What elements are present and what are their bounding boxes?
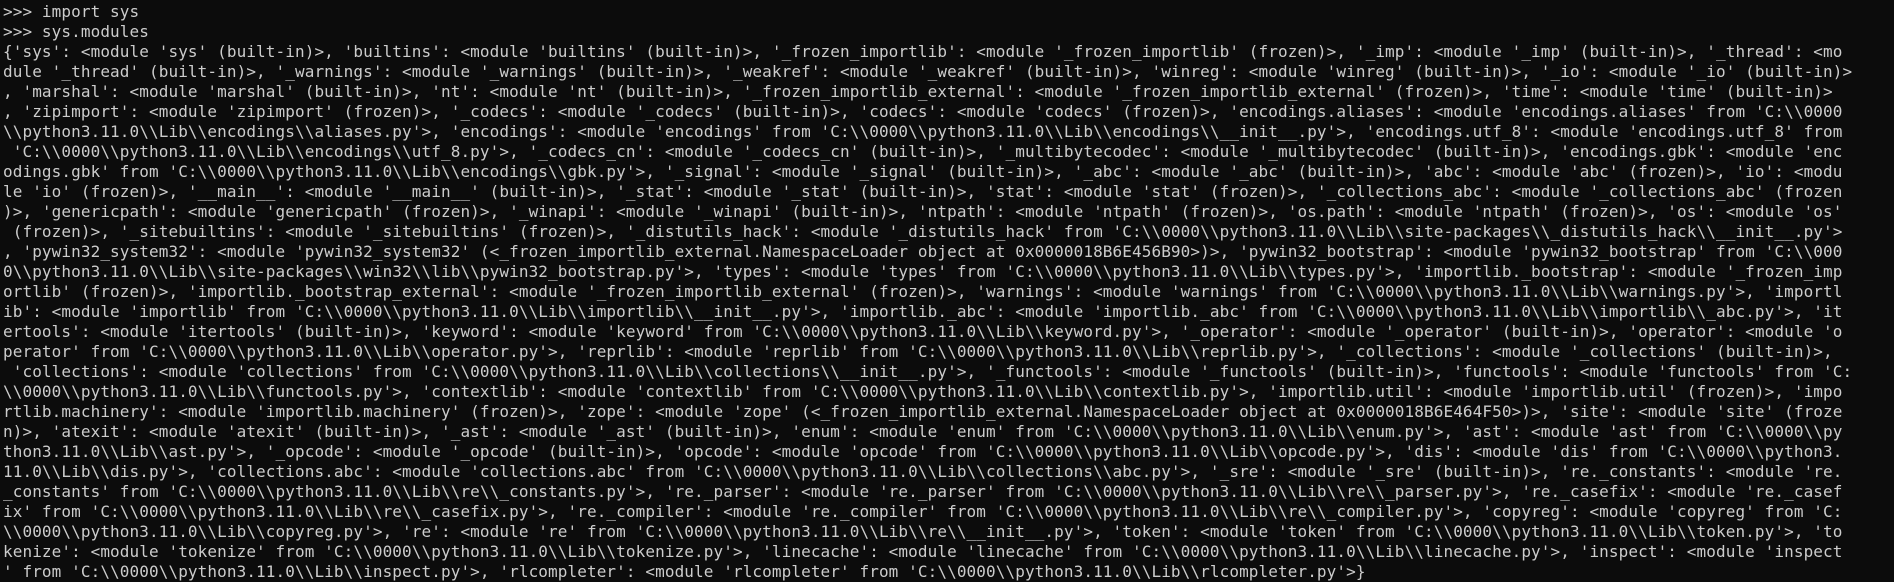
console-line: >>> import sys <box>3 2 140 21</box>
console-line: , 'marshal': <module 'marshal' (built-in… <box>3 82 1833 101</box>
console-line: perator' from 'C:\\0000\\python3.11.0\\L… <box>3 342 1833 361</box>
console-line: , 'pywin32_system32': <module 'pywin32_s… <box>3 242 1843 261</box>
console-line: _constants' from 'C:\\0000\\python3.11.0… <box>3 482 1843 501</box>
console-line: \\0000\\python3.11.0\\Lib\\functools.py'… <box>3 382 1843 401</box>
console-line: dule '_thread' (built-in)>, '_warnings':… <box>3 62 1853 81</box>
console-line: thon3.11.0\\Lib\\ast.py'>, '_opcode': <m… <box>3 442 1843 461</box>
console-line: >>> sys.modules <box>3 22 149 41</box>
console-line: ix' from 'C:\\0000\\python3.11.0\\Lib\\r… <box>3 502 1843 521</box>
console-line: \\0000\\python3.11.0\\Lib\\copyreg.py'>,… <box>3 522 1843 541</box>
console-line: , 'zipimport': <module 'zipimport' (froz… <box>3 102 1843 121</box>
console-line: 11.0\\Lib\\dis.py'>, 'collections.abc': … <box>3 462 1843 481</box>
console-line: 0\\python3.11.0\\Lib\\site-packages\\win… <box>3 262 1843 281</box>
console-line: 'collections': <module 'collections' fro… <box>3 362 1853 381</box>
console-line: ertools': <module 'itertools' (built-in)… <box>3 322 1843 341</box>
console-line: )>, 'genericpath': <module 'genericpath'… <box>3 202 1843 221</box>
console-line: kenize': <module 'tokenize' from 'C:\\00… <box>3 542 1843 561</box>
console-line: le 'io' (frozen)>, '__main__': <module '… <box>3 182 1843 201</box>
console-line: ortlib' (frozen)>, 'importlib._bootstrap… <box>3 282 1843 301</box>
terminal-console[interactable]: >>> import sys >>> sys.modules {'sys': <… <box>0 0 1894 582</box>
console-line: rtlib.machinery': <module 'importlib.mac… <box>3 402 1843 421</box>
console-line: odings.gbk' from 'C:\\0000\\python3.11.0… <box>3 162 1843 181</box>
console-line: n)>, 'atexit': <module 'atexit' (built-i… <box>3 422 1843 441</box>
console-line: ' from 'C:\\0000\\python3.11.0\\Lib\\ins… <box>3 562 1366 581</box>
console-line: (frozen)>, '_sitebuiltins': <module '_si… <box>3 222 1843 241</box>
console-line: ib': <module 'importlib' from 'C:\\0000\… <box>3 302 1843 321</box>
console-line: 'C:\\0000\\python3.11.0\\Lib\\encodings\… <box>3 142 1843 161</box>
console-line: {'sys': <module 'sys' (built-in)>, 'buil… <box>3 42 1843 61</box>
console-line: \\python3.11.0\\Lib\\encodings\\aliases.… <box>3 122 1843 141</box>
